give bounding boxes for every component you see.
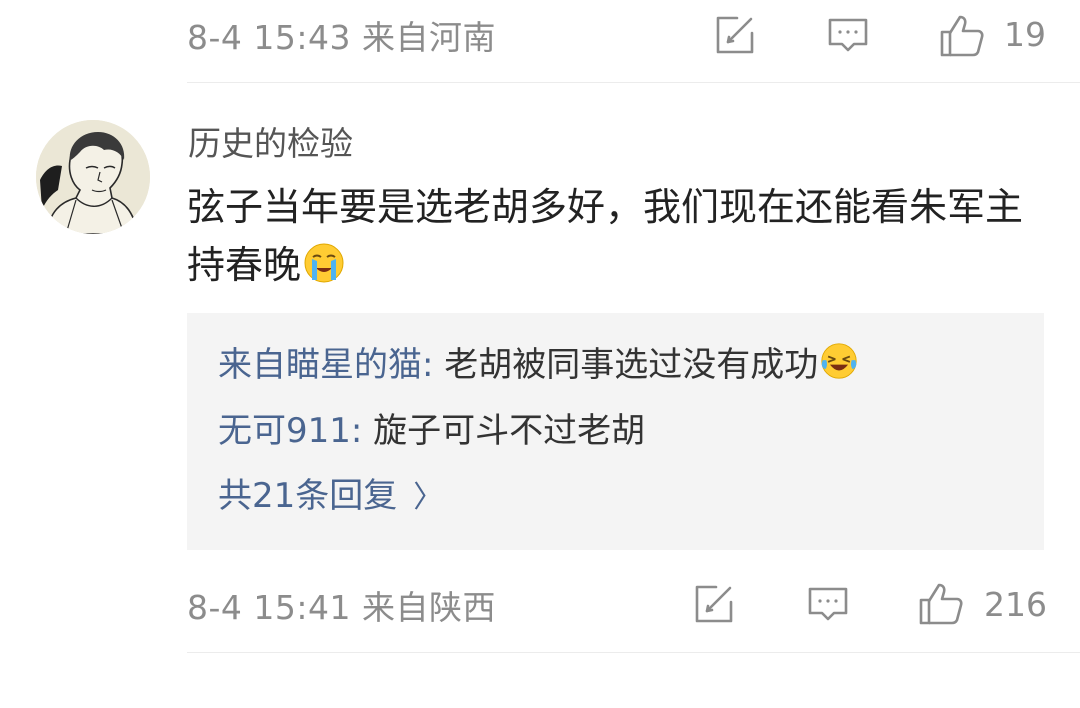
comment-icon[interactable] bbox=[806, 582, 850, 626]
laughing-crying-emoji-icon bbox=[820, 342, 858, 380]
comment-meta: 8-4 15:41 来自陕西 bbox=[187, 577, 1042, 633]
like-count: 19 bbox=[1004, 15, 1046, 54]
reply-text: 老胡被同事选过没有成功 bbox=[433, 345, 819, 385]
chevron-right-icon: 〉 bbox=[413, 480, 444, 515]
reply-author[interactable]: 来自瞄星的猫 bbox=[218, 345, 422, 385]
comment-body: 弦子当年要是选老胡多好，我们现在还能看朱军主持春晚 bbox=[187, 178, 1047, 294]
reply-item[interactable]: 无可911: 旋子可斗不过老胡 bbox=[218, 403, 645, 459]
thumbs-up-icon[interactable] bbox=[917, 580, 965, 628]
edit-icon[interactable] bbox=[692, 582, 736, 626]
timestamp-location: 8-4 15:43 来自河南 bbox=[187, 18, 496, 57]
replies-panel: 来自瞄星的猫: 老胡被同事选过没有成功 无可911: 旋子可斗不过老胡 共21条… bbox=[187, 313, 1044, 550]
prev-comment-meta: 8-4 15:43 来自河南 bbox=[187, 7, 1042, 63]
username[interactable]: 历史的检验 bbox=[188, 122, 353, 166]
like-count: 216 bbox=[984, 585, 1047, 624]
reply-separator: : bbox=[350, 411, 363, 451]
reply-author[interactable]: 无可911 bbox=[218, 411, 351, 451]
divider bbox=[187, 82, 1080, 83]
edit-icon[interactable] bbox=[713, 13, 757, 57]
avatar[interactable] bbox=[36, 120, 150, 234]
reply-text: 旋子可斗不过老胡 bbox=[362, 411, 646, 451]
reply-separator: : bbox=[422, 345, 434, 385]
more-replies-label[interactable]: 共21条回复 bbox=[218, 476, 397, 516]
thumbs-up-icon[interactable] bbox=[938, 12, 986, 60]
timestamp-location: 8-4 15:41 来自陕西 bbox=[187, 588, 496, 627]
comment-icon[interactable] bbox=[826, 13, 870, 57]
crying-emoji-icon bbox=[303, 242, 345, 284]
reply-item[interactable]: 来自瞄星的猫: 老胡被同事选过没有成功 bbox=[218, 337, 858, 393]
more-replies-link[interactable]: 共21条回复〉 bbox=[218, 468, 443, 524]
divider bbox=[187, 652, 1080, 653]
